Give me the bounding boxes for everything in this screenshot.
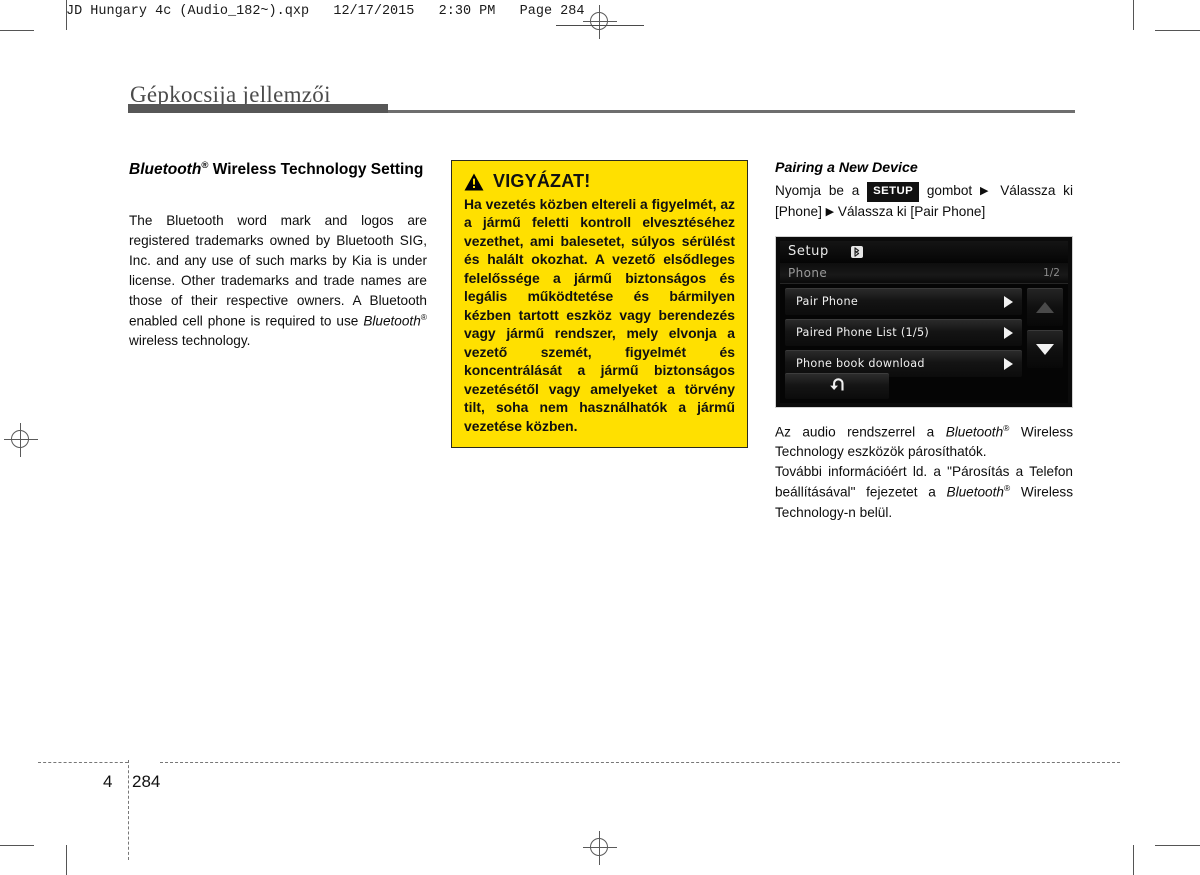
bluetooth-icon: [850, 245, 863, 258]
chevron-right-icon: [1004, 357, 1013, 370]
scroll-down-button[interactable]: [1027, 329, 1063, 368]
chevron-right-icon: [1004, 326, 1013, 339]
step-arrow-icon-1: ▶: [979, 185, 993, 197]
instruction-text-1: Nyomja be a: [775, 183, 860, 198]
triangle-down-icon: [1036, 343, 1054, 355]
registration-mark-top: [583, 5, 617, 39]
right-paragraph-2-brand: Bluetooth: [946, 484, 1004, 500]
middle-column: VIGYÁZAT! Ha vezetés közben eltereli a f…: [451, 160, 748, 449]
device-title-bar: Setup: [780, 240, 1068, 263]
page-number: 284: [132, 772, 161, 791]
crop-mark-bottom-right-h: [1155, 845, 1200, 846]
crop-mark-bottom-right-v: [1133, 845, 1134, 875]
right-paragraph-1: Az audio rendszerrel a Bluetooth® Wirele…: [775, 422, 1073, 462]
device-sub-bar: Phone 1/2: [780, 262, 1068, 284]
right-column: Pairing a New Device Nyomja be a SETUP g…: [775, 160, 1073, 523]
list-item[interactable]: Paired Phone List (1/5): [785, 318, 1022, 346]
list-item-label: Paired Phone List (1/5): [796, 326, 930, 340]
crop-mark-top-right-h: [1155, 30, 1200, 31]
warning-title: VIGYÁZAT!: [493, 171, 591, 191]
subsection-heading: Pairing a New Device: [775, 160, 918, 176]
section-heading-brand: Bluetooth: [129, 161, 202, 179]
scroll-up-button[interactable]: [1027, 287, 1063, 326]
device-screenshot: Setup Phone 1/2 Pair Phone Paired Phone …: [775, 235, 1073, 408]
left-paragraph-brand: Bluetooth: [363, 313, 421, 329]
instruction-text-4: Válassza ki [Pair Phone]: [837, 203, 986, 219]
warning-header: VIGYÁZAT!: [464, 171, 735, 192]
list-item-label: Phone book download: [796, 357, 925, 371]
chapter-rule-thick: [128, 104, 388, 113]
triangle-up-icon: [1036, 301, 1054, 313]
device-scrollbar: [1027, 287, 1063, 381]
left-paragraph-text: The Bluetooth word mark and logos are re…: [129, 212, 427, 329]
crop-mark-top-left-h: [0, 30, 34, 31]
list-item[interactable]: Pair Phone: [785, 287, 1022, 315]
setup-button-badge[interactable]: SETUP: [867, 182, 920, 202]
step-arrow-icon-2: ▶: [825, 205, 835, 218]
list-item-label: Pair Phone: [796, 295, 859, 309]
right-paragraph-2: További információért ld. a "Párosítás a…: [775, 462, 1073, 522]
header-rule: [556, 25, 644, 26]
warning-body: Ha vezetés közben eltereli a figyelmét, …: [464, 196, 735, 434]
device-sub-label: Phone: [788, 265, 828, 280]
chapter-number: 4: [103, 772, 113, 791]
device-menu-list: Pair Phone Paired Phone List (1/5) Phone…: [785, 287, 1022, 381]
left-column: Bluetooth® Wireless Technology Setting T…: [129, 160, 427, 351]
back-button[interactable]: [785, 372, 889, 399]
chapter-rule-thin: [388, 110, 1075, 113]
crop-mark-bottom-left-h: [0, 845, 34, 846]
registration-mark-left: [4, 423, 38, 457]
pairing-instructions: Nyomja be a SETUP gombot ▶ Válassza ki […: [775, 181, 1073, 222]
print-file-header: JD Hungary 4c (Audio_182~).qxp 12/17/201…: [66, 4, 585, 19]
section-heading-rest: Wireless Technology Setting: [208, 161, 424, 179]
instruction-text-2: gombot: [926, 183, 973, 198]
chevron-right-icon: [1004, 295, 1013, 308]
device-screen: Setup Phone 1/2 Pair Phone Paired Phone …: [780, 240, 1068, 403]
fold-line-horizontal-right: [160, 762, 1120, 763]
warning-box: VIGYÁZAT! Ha vezetés közben eltereli a f…: [451, 160, 748, 449]
fold-line-vertical: [128, 760, 129, 860]
device-screen-title: Setup: [788, 244, 829, 260]
back-arrow-icon: [826, 377, 848, 396]
section-heading: Bluetooth® Wireless Technology Setting: [129, 160, 427, 180]
warning-triangle-icon: [464, 173, 484, 191]
right-paragraph-1-brand: Bluetooth: [945, 424, 1004, 440]
crop-mark-bottom-left-v: [66, 845, 67, 875]
left-paragraph: The Bluetooth word mark and logos are re…: [129, 211, 427, 351]
device-body: Pair Phone Paired Phone List (1/5) Phone…: [780, 284, 1068, 381]
device-page-indicator: 1/2: [1043, 266, 1060, 279]
crop-mark-top-right-v: [1133, 0, 1134, 30]
right-paragraph-1-a: Az audio rendszerrel a: [775, 424, 946, 440]
fold-line-horizontal-left: [38, 762, 128, 763]
left-paragraph-registered-mark: ®: [420, 311, 427, 322]
registration-mark-bottom: [583, 831, 617, 865]
left-paragraph-tail: wireless technology.: [129, 333, 251, 349]
